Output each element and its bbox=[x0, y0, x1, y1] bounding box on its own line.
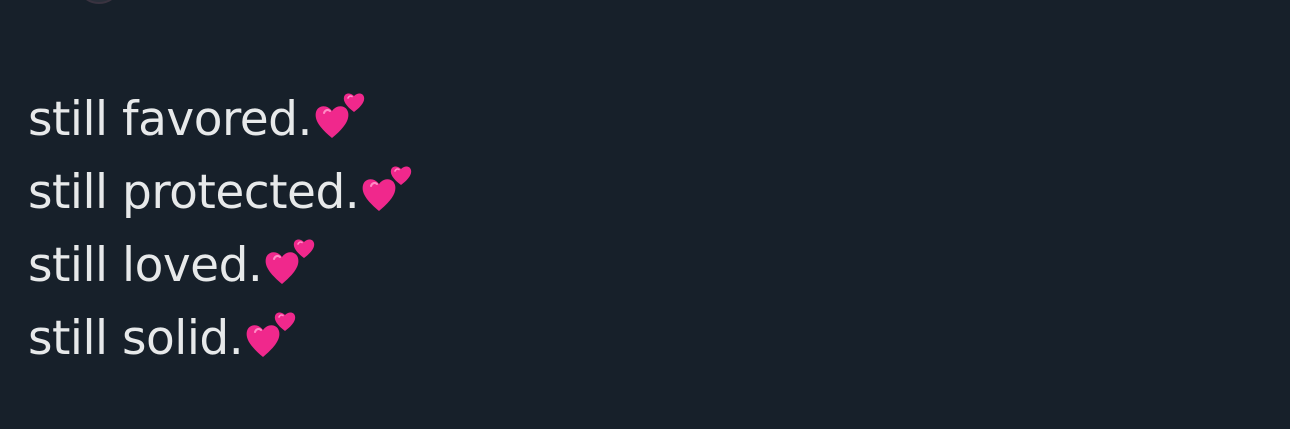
two-hearts-icon bbox=[361, 159, 417, 215]
tweet-line-text: still favored. bbox=[28, 92, 312, 147]
tweet-line: still favored. bbox=[28, 83, 417, 156]
tweet-line: still loved. bbox=[28, 229, 417, 302]
tweet-line-text: still protected. bbox=[28, 165, 360, 220]
tweet-line-text: still loved. bbox=[28, 238, 263, 293]
avatar[interactable] bbox=[76, 0, 122, 4]
two-hearts-icon bbox=[245, 305, 301, 361]
two-hearts-icon bbox=[264, 232, 320, 288]
tweet-line: still protected. bbox=[28, 156, 417, 229]
tweet-line: still solid. bbox=[28, 302, 417, 375]
tweet-text: still favored. still protected. still lo… bbox=[28, 83, 417, 375]
tweet-line-text: still solid. bbox=[28, 311, 244, 366]
two-hearts-icon bbox=[314, 86, 370, 142]
